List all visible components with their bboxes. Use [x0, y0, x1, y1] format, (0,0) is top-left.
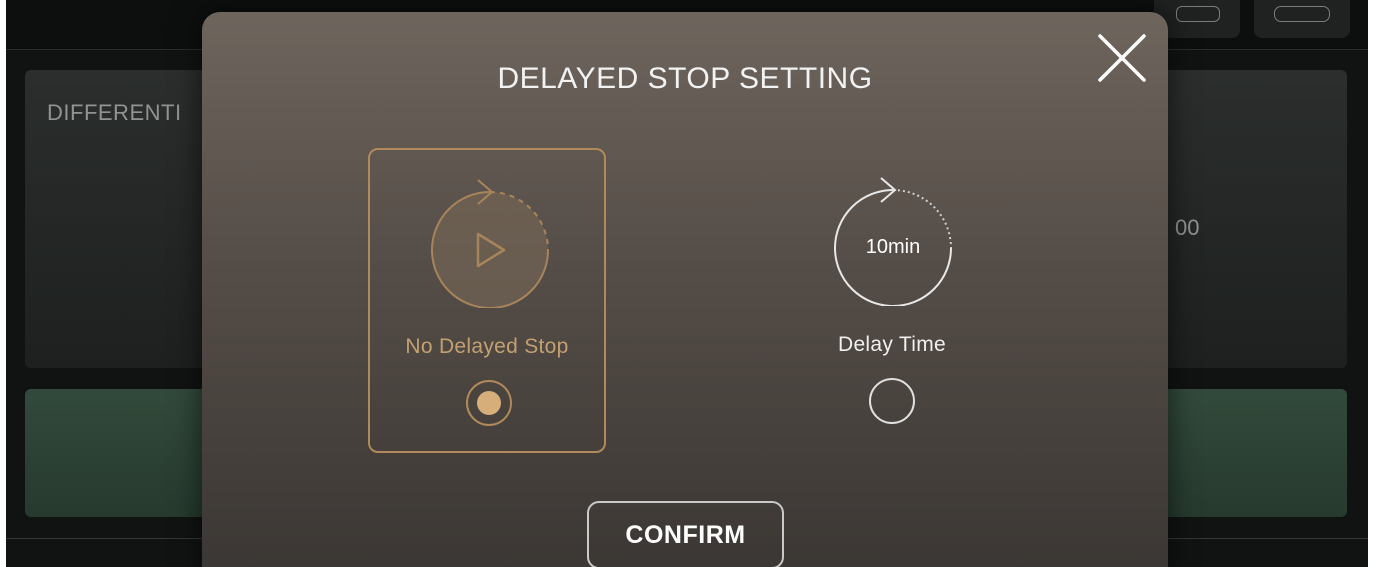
confirm-button[interactable]: CONFIRM [587, 501, 784, 567]
dialog-title: DELAYED STOP SETTING [497, 62, 873, 95]
radio-unselected[interactable] [867, 376, 917, 426]
play-circle-icon [431, 179, 549, 308]
option-no-delayed-stop[interactable]: No Delayed Stop [368, 148, 606, 453]
delayed-stop-dialog: DELAYED STOP SETTING No Delayed Stop 10m… [202, 12, 1168, 567]
option-label: Delay Time [837, 333, 947, 356]
close-icon [1098, 34, 1146, 82]
delay-time-value: 10min [865, 236, 921, 258]
close-button[interactable] [1092, 30, 1152, 90]
option-label: No Delayed Stop [405, 335, 569, 358]
card-title: DIFFERENTI [47, 100, 182, 125]
logo [26, 0, 206, 16]
card-value: 00 [1175, 215, 1200, 240]
radio-selected[interactable] [464, 378, 514, 428]
battery-button[interactable] [1254, 0, 1350, 38]
battery-icon [1274, 6, 1330, 22]
device-icon [1176, 6, 1220, 22]
screen: DIFFERENTI 00 DELAYED STOP SETTING No De… [0, 0, 1373, 567]
option-delay-time[interactable]: 10min Delay Time [773, 148, 1011, 453]
